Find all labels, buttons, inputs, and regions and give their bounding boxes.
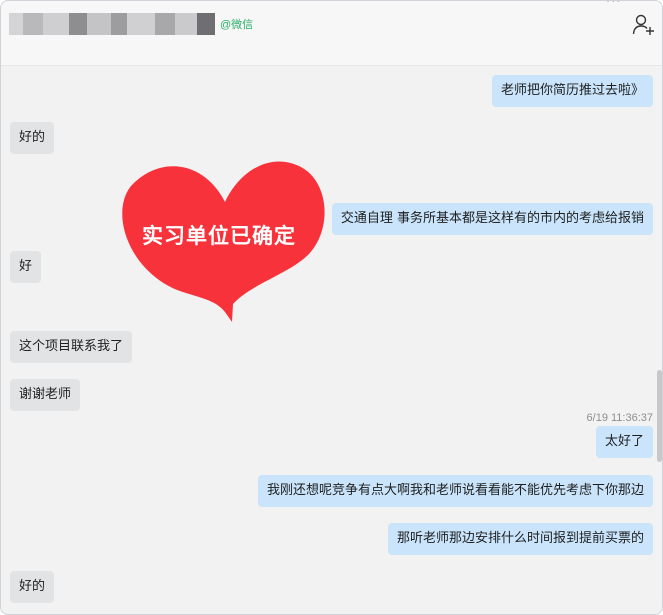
message-text: 好: [19, 259, 33, 274]
message-text: 那听老师那边安排什么时间报到提前买票的: [396, 531, 644, 546]
message-text: 太好了: [604, 434, 644, 449]
chat-window: @微信 ··· 老师把你简历推过去啦》 好的 实习单位已确定 交通自理 事务所基…: [0, 0, 663, 615]
message-text: 谢谢老师: [19, 387, 72, 402]
message-text: 好的: [19, 130, 46, 145]
chat-header: @微信 ···: [1, 1, 662, 66]
message-bubble-incoming[interactable]: 好: [10, 251, 42, 283]
message-timestamp: 6/19 11:36:37: [586, 412, 653, 424]
sticker-caption: 实习单位已确定: [142, 224, 296, 248]
message-text: 老师把你简历推过去啦》: [500, 83, 644, 98]
contact-name-blurred[interactable]: [9, 13, 215, 35]
message-text: 交通自理 事务所基本都是这样有的市内的考虑给报销: [340, 211, 644, 226]
message-bubble-outgoing[interactable]: 老师把你简历推过去啦》: [491, 75, 653, 107]
message-bubble-incoming[interactable]: 好的: [10, 122, 55, 154]
message-bubble-outgoing[interactable]: 太好了: [595, 426, 653, 458]
message-bubble-incoming[interactable]: 谢谢老师: [10, 379, 81, 411]
message-list[interactable]: 老师把你简历推过去啦》 好的 实习单位已确定 交通自理 事务所基本都是这样有的市…: [1, 66, 662, 614]
message-bubble-incoming[interactable]: 好的: [10, 571, 55, 603]
message-bubble-outgoing[interactable]: 交通自理 事务所基本都是这样有的市内的考虑给报销: [331, 203, 653, 235]
wechat-source-tag: @微信: [220, 19, 254, 31]
message-bubble-outgoing[interactable]: 我刚还想呢竞争有点大啊我和老师说看看能不能优先考虑下你那边: [257, 475, 653, 507]
message-bubble-incoming[interactable]: 这个项目联系我了: [10, 331, 133, 363]
more-options-icon[interactable]: ···: [606, 1, 621, 10]
message-text: 我刚还想呢竞争有点大啊我和老师说看看能不能优先考虑下你那边: [266, 483, 644, 498]
message-text: 好的: [19, 579, 46, 594]
message-bubble-outgoing[interactable]: 那听老师那边安排什么时间报到提前买票的: [387, 523, 653, 555]
add-user-icon[interactable]: [632, 14, 656, 36]
heart-sticker[interactable]: 实习单位已确定: [119, 144, 331, 324]
scrollbar-thumb[interactable]: [657, 370, 662, 462]
message-text: 这个项目联系我了: [19, 339, 124, 354]
